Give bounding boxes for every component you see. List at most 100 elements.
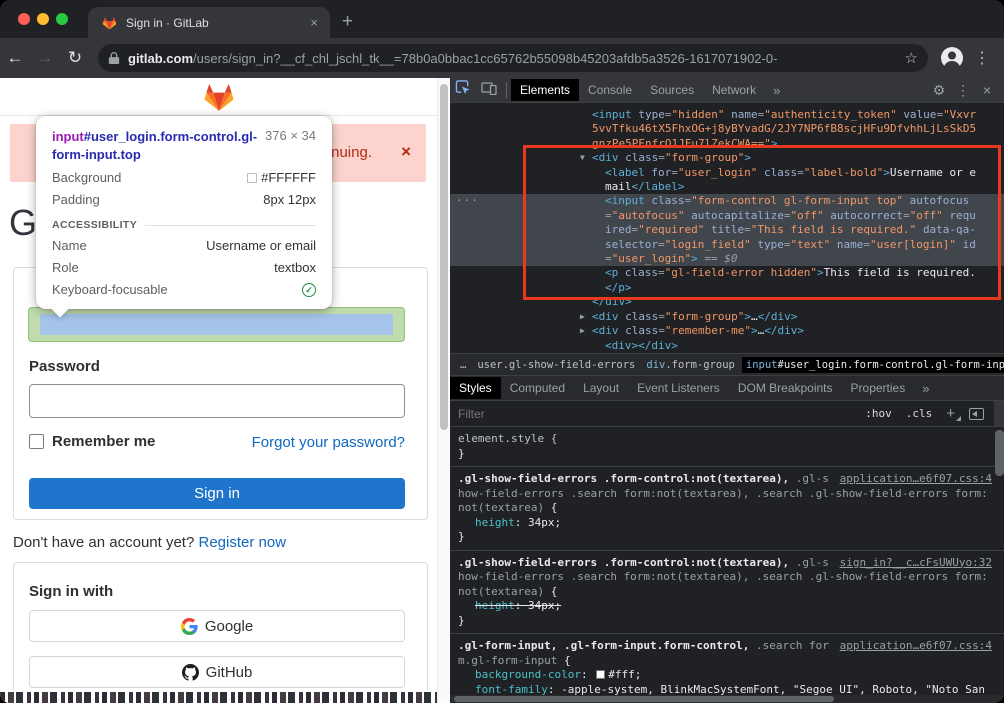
style-property[interactable]: background-color: #fff; [458, 668, 992, 683]
style-rule[interactable]: element.style {} [450, 427, 1004, 467]
dom-node[interactable]: ▶<div class="form-group">…</div> [450, 310, 1004, 324]
sidebar-tab-dom-breakpoints[interactable]: DOM Breakpoints [729, 377, 842, 399]
style-rule[interactable]: application…e6f07.css:4.gl-show-field-er… [450, 467, 1004, 551]
horizontal-scrollbar-thumb[interactable] [454, 696, 834, 702]
avatar-icon[interactable] [940, 46, 964, 70]
more-panels-icon[interactable]: » [765, 83, 788, 98]
breadcrumb-item[interactable]: … [456, 357, 470, 373]
tooltip-background-value: #FFFFFF [261, 170, 316, 185]
tooltip-role-value: textbox [274, 260, 316, 275]
register-now-link[interactable]: Register now [199, 534, 287, 551]
google-button-label: Google [205, 618, 253, 635]
hover-state-toggle[interactable]: :hov [865, 407, 892, 420]
forward-icon: → [30, 48, 60, 68]
github-icon [182, 664, 199, 681]
google-signin-button[interactable]: Google [29, 610, 405, 642]
expand-arrow-icon[interactable]: ▶ [580, 324, 585, 338]
new-tab-icon[interactable]: + [342, 10, 353, 34]
dom-node[interactable]: </div> [450, 295, 1004, 309]
sidebar-tab-computed[interactable]: Computed [501, 377, 574, 399]
address-bar[interactable]: gitlab.com/users/sign_in?__cf_chl_jschl_… [98, 44, 928, 72]
device-toolbar-icon[interactable] [476, 81, 502, 100]
tooltip-dimensions: 376 × 34 [265, 128, 316, 163]
devtools-tab-sources[interactable]: Sources [641, 79, 703, 101]
devtools-tab-console[interactable]: Console [579, 79, 641, 101]
sign-in-button[interactable]: Sign in [29, 478, 405, 509]
dom-node[interactable]: <input type="hidden" name="authenticity_… [450, 108, 1004, 151]
dom-node[interactable]: ▶<div class="remember-me">…</div> [450, 324, 1004, 338]
node-options-dots[interactable]: ··· [456, 194, 479, 208]
stylesheet-source-link[interactable]: application…e6f07.css:4 [840, 639, 992, 654]
page-scrollbar-thumb[interactable] [440, 84, 448, 430]
breadcrumb: …user.gl-show-field-errorsdiv.form-group… [450, 353, 1004, 375]
dom-node[interactable]: <div></div> [450, 339, 1004, 353]
color-swatch[interactable] [596, 670, 605, 679]
sidebar-tab-event-listeners[interactable]: Event Listeners [628, 377, 729, 399]
browser-menu-icon[interactable]: ⋮ [974, 48, 990, 68]
social-signin-card: Sign in with Google GitHub [13, 562, 428, 694]
back-icon[interactable]: ← [0, 48, 30, 68]
tab-close-icon[interactable]: × [308, 15, 320, 30]
new-style-rule-icon[interactable]: + [946, 405, 955, 422]
devtools-settings-icon[interactable]: ⚙ [928, 82, 950, 99]
expand-arrow-icon[interactable]: ▼ [580, 151, 585, 165]
stylesheet-source-link[interactable]: sign_in?__c…cFsUWUyo:32 [840, 556, 992, 571]
styles-scrollbar-thumb[interactable] [995, 430, 1004, 476]
class-toggle[interactable]: .cls [906, 407, 933, 420]
minimize-window-button[interactable] [37, 13, 49, 25]
alert-close-icon[interactable]: × [401, 142, 411, 162]
forgot-password-link[interactable]: Forgot your password? [252, 434, 405, 451]
sidebar-tab-layout[interactable]: Layout [574, 377, 628, 399]
sidebar-tab-styles[interactable]: Styles [450, 377, 501, 399]
devtools-menu-icon[interactable]: ⋮ [952, 82, 974, 99]
style-property[interactable]: height: 34px; [458, 599, 992, 614]
expand-arrow-icon[interactable]: ▶ [580, 310, 585, 324]
devtools-horizontal-scrollbar[interactable] [450, 695, 1004, 703]
page-scrollbar[interactable] [437, 78, 450, 703]
gitlab-logo-icon [203, 82, 235, 112]
browser-toolbar: ← → ↻ gitlab.com/users/sign_in?__cf_chl_… [0, 38, 1004, 78]
dom-node[interactable]: <label for="user_login" class="label-bol… [450, 166, 1004, 195]
sign-in-with-label: Sign in with [29, 583, 113, 600]
breadcrumb-item[interactable]: user.gl-show-field-errors [473, 357, 639, 373]
style-property[interactable]: height: 34px; [458, 516, 992, 531]
tooltip-name-value: Username or email [206, 238, 316, 253]
devtools-close-icon[interactable]: × [976, 82, 998, 98]
styles-filter-input[interactable]: Filter [458, 407, 851, 421]
sidebar-tab-properties[interactable]: Properties [842, 377, 915, 399]
inspect-element-icon[interactable] [450, 80, 476, 100]
dom-node[interactable]: ▼<div class="form-group"> [450, 151, 1004, 165]
clipped-footer-text [0, 690, 437, 703]
styles-scrollbar-top [994, 401, 1004, 426]
maximize-window-button[interactable] [56, 13, 68, 25]
username-input[interactable] [28, 307, 405, 342]
dom-node[interactable]: <input class="form-control gl-form-input… [450, 194, 1004, 266]
devtools-tabs: ElementsConsoleSourcesNetwork [511, 79, 765, 101]
style-rule[interactable]: sign_in?__c…cFsUWUyo:32.gl-show-field-er… [450, 551, 1004, 635]
green-check-icon: ✓ [302, 283, 316, 297]
remember-checkbox[interactable] [29, 434, 44, 449]
github-signin-button[interactable]: GitHub [29, 656, 405, 688]
breadcrumb-item[interactable]: div.form-group [642, 357, 739, 373]
devtools-panel: ElementsConsoleSourcesNetwork » ⚙ ⋮ × <i… [450, 78, 1004, 703]
page-heading: G [9, 202, 37, 244]
dom-node[interactable]: <p class="gl-field-error hidden">This fi… [450, 266, 1004, 295]
password-input[interactable] [29, 384, 405, 418]
style-rule[interactable]: application…e6f07.css:4.gl-form-input, .… [450, 634, 1004, 703]
breadcrumb-item[interactable]: input#user_login.form-control.gl-form-in… [742, 357, 1004, 373]
tooltip-padding-value: 8px 12px [263, 192, 316, 207]
reload-icon[interactable]: ↻ [60, 48, 90, 68]
stylesheet-source-link[interactable]: application…e6f07.css:4 [840, 472, 992, 487]
devtools-tab-network[interactable]: Network [703, 79, 765, 101]
bookmark-star-icon[interactable]: ☆ [905, 49, 918, 67]
devtools-tab-elements[interactable]: Elements [511, 79, 579, 101]
close-window-button[interactable] [18, 13, 30, 25]
browser-tab[interactable]: Sign in · GitLab × [88, 7, 330, 38]
sidebar-dock-icon[interactable] [969, 408, 984, 420]
gitlab-favicon-icon [102, 16, 117, 30]
tooltip-padding-label: Padding [52, 192, 100, 207]
lock-icon [108, 51, 120, 65]
more-sidebar-tabs-icon[interactable]: » [914, 381, 937, 396]
tooltip-accessibility-title: ACCESSIBILITY [52, 219, 137, 231]
remember-row: Remember me Forgot your password? [29, 433, 405, 453]
